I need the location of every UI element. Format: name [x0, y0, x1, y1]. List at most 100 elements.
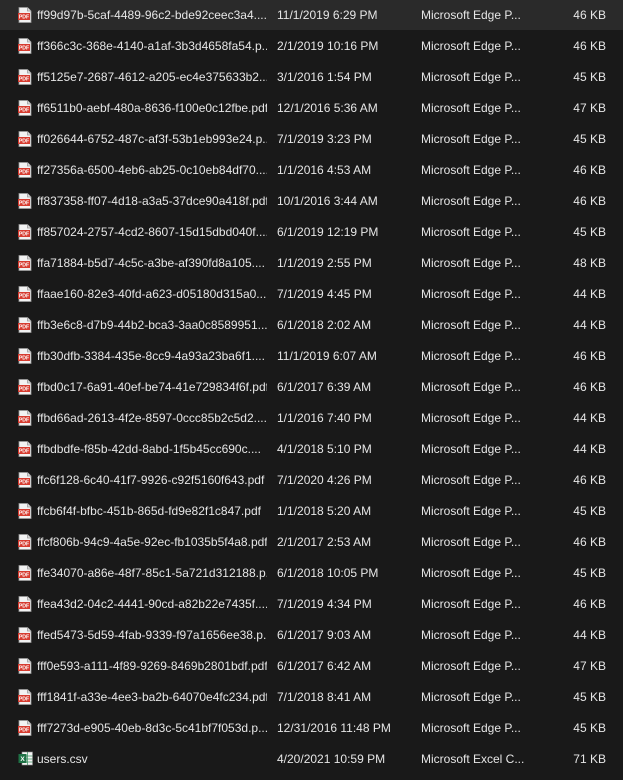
- pdf-icon: PDF: [18, 557, 34, 588]
- file-size: 46 KB: [573, 193, 606, 208]
- file-row[interactable]: PDF ffbd66ad-2613-4f2e-8597-0ccc85b2c5d2.…: [0, 402, 623, 433]
- file-name[interactable]: ff27356a-6500-4eb6-ab25-0c10eb84df70....: [37, 154, 267, 185]
- file-row[interactable]: PDF ffaae160-82e3-40fd-a623-d05180d315a0.…: [0, 278, 623, 309]
- file-row[interactable]: PDF ffbdbdfe-f85b-42dd-8abd-1f5b45cc690c.…: [0, 433, 623, 464]
- file-size: 45 KB: [573, 69, 606, 84]
- file-row[interactable]: PDF ffed5473-5d59-4fab-9339-f97a1656ee38.…: [0, 619, 623, 650]
- file-name[interactable]: ff6511b0-aebf-480a-8636-f100e0c12fbe.pdf: [37, 92, 267, 123]
- svg-text:PDF: PDF: [19, 15, 29, 21]
- file-name[interactable]: ff99d97b-5caf-4489-96c2-bde92ceec3a4....: [37, 0, 267, 30]
- file-row[interactable]: PDF ffcf806b-94c9-4a5e-92ec-fb1035b5f4a8.…: [0, 526, 623, 557]
- file-row[interactable]: PDF ff99d97b-5caf-4489-96c2-bde92ceec3a4.…: [0, 0, 623, 30]
- file-date-modified: 1/1/2016 4:53 AM: [277, 162, 372, 177]
- file-name[interactable]: ffcb6f4f-bfbc-451b-865d-fd9e82f1c847.pdf: [37, 495, 267, 526]
- pdf-icon: PDF: [18, 371, 34, 402]
- file-type: Microsoft Edge P...: [421, 193, 521, 208]
- file-name[interactable]: ffaae160-82e3-40fd-a623-d05180d315a0....: [37, 278, 267, 309]
- svg-text:PDF: PDF: [19, 448, 29, 454]
- file-row[interactable]: PDF fff0e593-a111-4f89-9269-8469b2801bdf.…: [0, 650, 623, 681]
- file-row[interactable]: PDF ff366c3c-368e-4140-a1af-3b3d4658fa54.…: [0, 30, 623, 61]
- file-row[interactable]: PDF ffa71884-b5d7-4c5c-a3be-af390fd8a105.…: [0, 247, 623, 278]
- pdf-icon: PDF: [18, 309, 34, 340]
- file-name[interactable]: ff5125e7-2687-4612-a205-ec4e375633b2....: [37, 61, 267, 92]
- file-row[interactable]: PDF ffb30dfb-3384-435e-8cc9-4a93a23ba6f1.…: [0, 340, 623, 371]
- file-size: 46 KB: [573, 348, 606, 363]
- svg-text:PDF: PDF: [19, 324, 29, 330]
- file-row[interactable]: PDF ff5125e7-2687-4612-a205-ec4e375633b2.…: [0, 61, 623, 92]
- file-date-modified: 6/1/2017 6:39 AM: [277, 379, 372, 394]
- file-row[interactable]: PDF ffea43d2-04c2-4441-90cd-a82b22e7435f.…: [0, 588, 623, 619]
- file-row[interactable]: PDF ffbd0c17-6a91-40ef-be74-41e729834f6f.…: [0, 371, 623, 402]
- file-row[interactable]: PDF fff1841f-a33e-4ee3-ba2b-64070e4fc234.…: [0, 681, 623, 712]
- file-name[interactable]: ffbd0c17-6a91-40ef-be74-41e729834f6f.pdf: [37, 371, 267, 402]
- file-type: Microsoft Edge P...: [421, 100, 521, 115]
- file-name[interactable]: ff857024-2757-4cd2-8607-15d15dbd040f....: [37, 216, 267, 247]
- file-date-modified: 10/1/2016 3:44 AM: [277, 193, 378, 208]
- file-name[interactable]: ffb3e6c8-d7b9-44b2-bca3-3aa0c8589951....: [37, 309, 267, 340]
- pdf-icon: PDF: [18, 526, 34, 557]
- file-name[interactable]: fff1841f-a33e-4ee3-ba2b-64070e4fc234.pdf: [37, 681, 267, 712]
- file-name[interactable]: ffc6f128-6c40-41f7-9926-c92f5160f643.pdf: [37, 464, 267, 495]
- file-size: 44 KB: [573, 286, 606, 301]
- file-row[interactable]: PDF ff837358-ff07-4d18-a3a5-37dce90a418f.…: [0, 185, 623, 216]
- file-date-modified: 2/1/2019 10:16 PM: [277, 38, 379, 53]
- file-size: 45 KB: [573, 503, 606, 518]
- svg-text:PDF: PDF: [19, 386, 29, 392]
- file-row[interactable]: PDF fff7273d-e905-40eb-8d3c-5c41bf7f053d.…: [0, 712, 623, 743]
- pdf-icon: PDF: [18, 650, 34, 681]
- file-size: 46 KB: [573, 8, 606, 22]
- file-name[interactable]: users.csv: [37, 743, 267, 774]
- file-name[interactable]: ffed5473-5d59-4fab-9339-f97a1656ee38.p..…: [37, 619, 267, 650]
- file-date-modified: 7/1/2018 8:41 AM: [277, 689, 372, 704]
- file-size: 46 KB: [573, 38, 606, 53]
- pdf-icon: PDF: [18, 185, 34, 216]
- file-date-modified: 1/1/2019 2:55 PM: [277, 255, 372, 270]
- file-name[interactable]: ffb30dfb-3384-435e-8cc9-4a93a23ba6f1....: [37, 340, 267, 371]
- file-row[interactable]: PDF ff026644-6752-487c-af3f-53b1eb993e24.…: [0, 123, 623, 154]
- svg-text:PDF: PDF: [19, 665, 29, 671]
- pdf-icon: PDF: [18, 92, 34, 123]
- pdf-icon: PDF: [18, 216, 34, 247]
- file-size: 45 KB: [573, 720, 606, 735]
- file-type: Microsoft Edge P...: [421, 8, 521, 22]
- file-row[interactable]: PDF ffcb6f4f-bfbc-451b-865d-fd9e82f1c847.…: [0, 495, 623, 526]
- svg-text:PDF: PDF: [19, 696, 29, 702]
- svg-text:PDF: PDF: [19, 138, 29, 144]
- file-name[interactable]: ffa71884-b5d7-4c5c-a3be-af390fd8a105....: [37, 247, 267, 278]
- file-size: 45 KB: [573, 131, 606, 146]
- file-type: Microsoft Edge P...: [421, 658, 521, 673]
- file-name[interactable]: ffcf806b-94c9-4a5e-92ec-fb1035b5f4a8.pdf: [37, 526, 267, 557]
- file-type: Microsoft Edge P...: [421, 38, 521, 53]
- svg-text:PDF: PDF: [19, 107, 29, 113]
- file-size: 45 KB: [573, 565, 606, 580]
- file-name[interactable]: ffbd66ad-2613-4f2e-8597-0ccc85b2c5d2....: [37, 402, 267, 433]
- excel-csv-icon: X: [18, 743, 34, 774]
- file-size: 47 KB: [573, 100, 606, 115]
- file-size: 44 KB: [573, 317, 606, 332]
- file-row[interactable]: PDF ff6511b0-aebf-480a-8636-f100e0c12fbe.…: [0, 92, 623, 123]
- file-name[interactable]: ff366c3c-368e-4140-a1af-3b3d4658fa54.p..…: [37, 30, 267, 61]
- file-name[interactable]: ffbdbdfe-f85b-42dd-8abd-1f5b45cc690c....: [37, 433, 267, 464]
- file-row[interactable]: PDF ffe34070-a86e-48f7-85c1-5a721d312188.…: [0, 557, 623, 588]
- file-name[interactable]: ff026644-6752-487c-af3f-53b1eb993e24.p..…: [37, 123, 267, 154]
- file-size: 47 KB: [573, 658, 606, 673]
- pdf-icon: PDF: [18, 588, 34, 619]
- file-row[interactable]: PDF ff27356a-6500-4eb6-ab25-0c10eb84df70.…: [0, 154, 623, 185]
- file-type: Microsoft Edge P...: [421, 286, 521, 301]
- svg-text:PDF: PDF: [19, 200, 29, 206]
- file-name[interactable]: fff0e593-a111-4f89-9269-8469b2801bdf.pdf: [37, 650, 267, 681]
- file-size: 44 KB: [573, 441, 606, 456]
- file-name[interactable]: fff7273d-e905-40eb-8d3c-5c41bf7f053d.p..…: [37, 712, 267, 743]
- file-row[interactable]: Xusers.csv 4/20/2021 10:59 PM Microsoft Ex…: [0, 743, 623, 774]
- file-date-modified: 12/31/2016 11:48 PM: [277, 720, 391, 735]
- file-row[interactable]: PDF ff857024-2757-4cd2-8607-15d15dbd040f.…: [0, 216, 623, 247]
- file-name[interactable]: ffea43d2-04c2-4441-90cd-a82b22e7435f....: [37, 588, 267, 619]
- file-name[interactable]: ffe34070-a86e-48f7-85c1-5a721d312188.p..…: [37, 557, 267, 588]
- file-type: Microsoft Edge P...: [421, 534, 521, 549]
- file-row[interactable]: PDF ffb3e6c8-d7b9-44b2-bca3-3aa0c8589951.…: [0, 309, 623, 340]
- file-type: Microsoft Edge P...: [421, 162, 521, 177]
- file-date-modified: 6/1/2017 9:03 AM: [277, 627, 372, 642]
- file-date-modified: 7/1/2019 4:45 PM: [277, 286, 372, 301]
- file-name[interactable]: ff837358-ff07-4d18-a3a5-37dce90a418f.pdf: [37, 185, 267, 216]
- file-row[interactable]: PDF ffc6f128-6c40-41f7-9926-c92f5160f643.…: [0, 464, 623, 495]
